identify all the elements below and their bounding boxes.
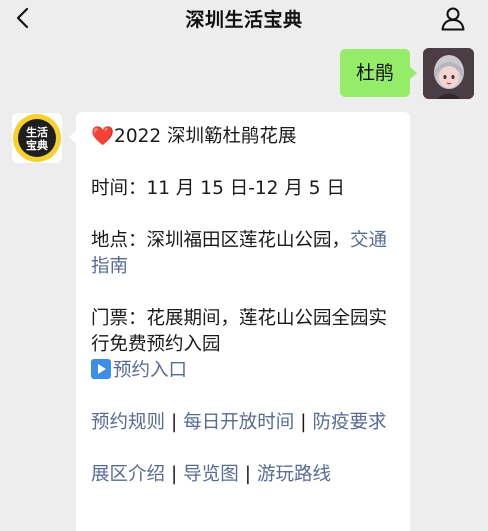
links-row-1: 预约规则 | 每日开放时间 | 防疫要求 [91, 410, 396, 436]
bot-avatar[interactable]: 生活 宝典 [12, 113, 62, 163]
exhibition-areas-link[interactable]: 展区介绍 [91, 464, 165, 485]
avatar-illustration [423, 48, 474, 99]
separator: | [244, 464, 251, 485]
epidemic-requirements-link[interactable]: 防疫要求 [313, 412, 387, 433]
headline: ❤️2022 深圳簕杜鹃花展 [91, 124, 396, 150]
ticket-text: 门票：花展期间，莲花山公园全园实行免费预约入园 [91, 308, 388, 355]
user-profile-icon[interactable] [440, 5, 466, 31]
top-bar: 深圳生活宝典 [0, 0, 488, 36]
event-location: 地点：深圳福田区莲花山公园，交通指南 [91, 228, 396, 280]
heart-icon: ❤️ [91, 126, 115, 147]
tour-route-link[interactable]: 游玩路线 [257, 464, 331, 485]
separator: | [171, 412, 178, 433]
svg-text:宝典: 宝典 [26, 138, 48, 152]
my-message-bubble[interactable]: 杜鹃 [340, 49, 417, 97]
my-avatar[interactable] [423, 48, 474, 99]
reservation-link[interactable]: 预约入口 [91, 359, 187, 381]
headline-text: 2022 深圳簕杜鹃花展 [114, 126, 297, 147]
bot-logo-icon: 生活 宝典 [13, 114, 61, 162]
event-time: 时间：11 月 15 日-12 月 5 日 [91, 178, 345, 199]
opening-hours-link[interactable]: 每日开放时间 [183, 412, 294, 433]
chat-title: 深圳生活宝典 [185, 9, 303, 31]
play-icon [91, 359, 111, 379]
guide-map-link[interactable]: 导览图 [183, 464, 239, 485]
ticket-info: 门票：花展期间，莲花山公园全园实行免费预约入园 预约入口 [91, 306, 396, 384]
links-row-2: 展区介绍 | 导览图 | 游玩路线 [91, 462, 396, 488]
my-message-text: 杜鹃 [355, 62, 394, 84]
svg-text:生活: 生活 [26, 125, 48, 139]
separator: | [171, 464, 178, 485]
reservation-rules-link[interactable]: 预约规则 [91, 412, 165, 433]
separator: | [300, 412, 307, 433]
bot-message-bubble: ❤️2022 深圳簕杜鹃花展 时间：11 月 15 日-12 月 5 日 地点：… [69, 112, 410, 531]
location-text: 地点：深圳福田区莲花山公园， [91, 230, 351, 251]
